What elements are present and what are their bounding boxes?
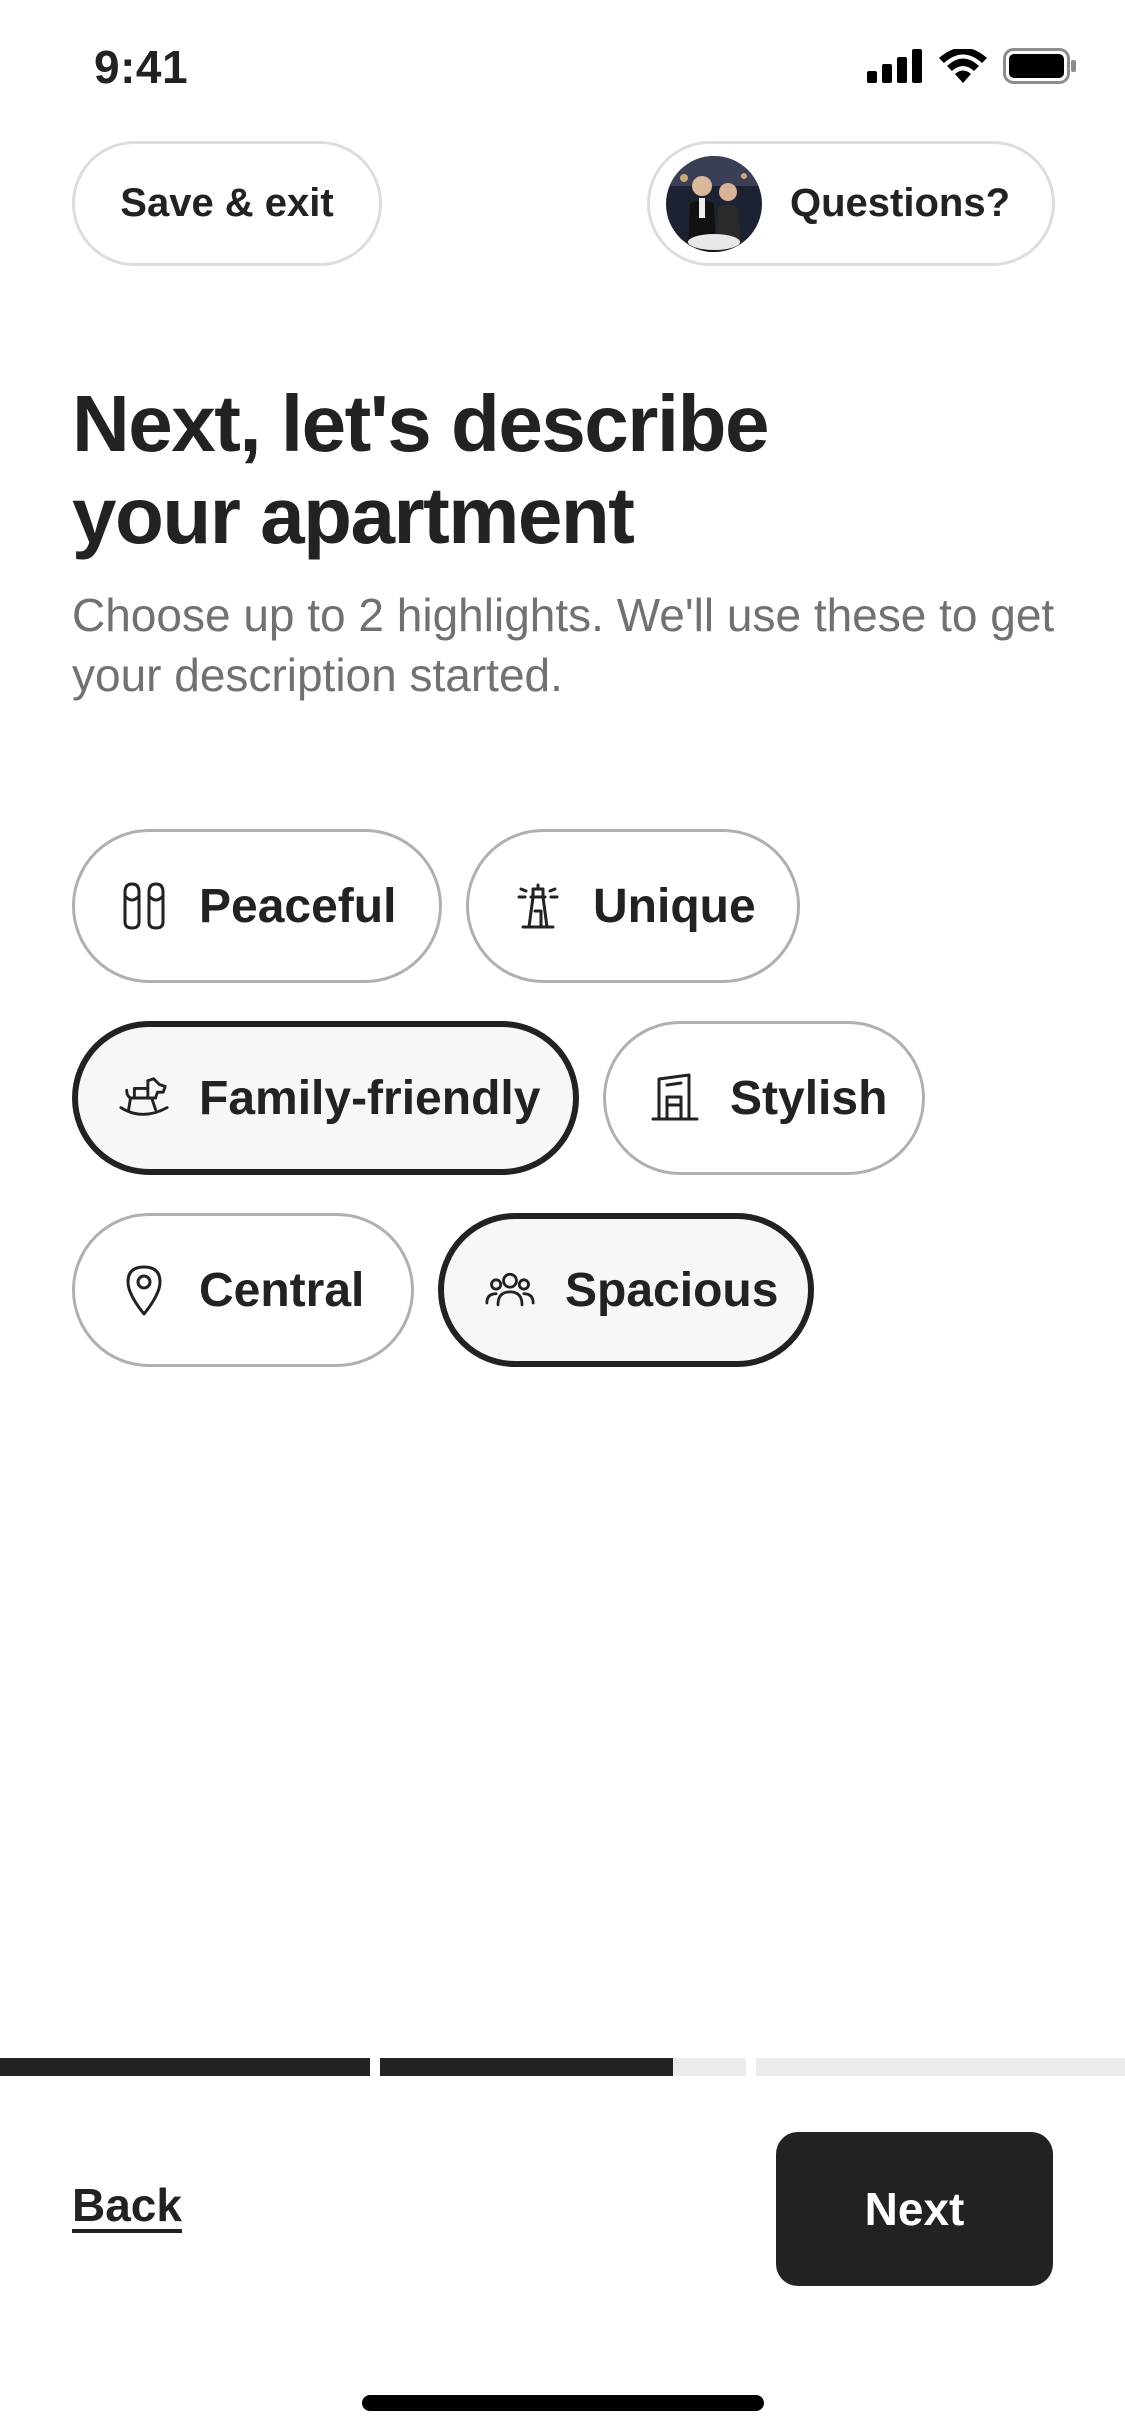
back-link[interactable]: Back <box>72 2178 182 2232</box>
home-indicator <box>362 2395 764 2411</box>
chip-label: Unique <box>593 879 756 933</box>
page-subtitle: Choose up to 2 highlights. We'll use the… <box>72 589 1055 701</box>
progress-bar <box>0 2058 1125 2076</box>
wifi-icon <box>939 47 987 88</box>
highlight-chip-unique[interactable]: Unique <box>466 829 800 983</box>
save-exit-button[interactable]: Save & exit <box>72 141 382 266</box>
building-icon <box>650 1073 700 1123</box>
progress-segment <box>756 2058 1125 2076</box>
chip-label: Central <box>199 1263 365 1317</box>
highlight-chip-central[interactable]: Central <box>72 1213 414 1367</box>
highlight-chip-peaceful[interactable]: Peaceful <box>72 829 442 983</box>
chip-label: Family-friendly <box>199 1071 541 1125</box>
status-bar: 9:41 <box>0 0 1125 140</box>
chip-label: Stylish <box>730 1071 888 1125</box>
progress-segment <box>0 2058 370 2076</box>
highlight-chip-stylish[interactable]: Stylish <box>603 1021 925 1175</box>
questions-label: Questions? <box>790 181 1011 225</box>
status-time: 9:41 <box>94 41 189 93</box>
progress-segment <box>380 2058 746 2076</box>
status-icons <box>867 47 1077 89</box>
battery-icon <box>1003 48 1077 89</box>
map-pin-icon <box>119 1265 169 1316</box>
rocking-horse-icon <box>119 1073 169 1123</box>
lighthouse-icon <box>513 881 563 931</box>
people-group-icon <box>485 1265 535 1315</box>
page-title: Next, let's describe your apartment <box>72 379 770 560</box>
next-label: Next <box>864 2183 965 2235</box>
chip-label: Spacious <box>565 1263 779 1317</box>
slippers-icon <box>119 881 169 931</box>
save-exit-label: Save & exit <box>120 181 334 225</box>
highlight-chip-family-friendly[interactable]: Family-friendly <box>72 1021 579 1175</box>
progress-segment-fill <box>380 2058 673 2076</box>
highlight-chip-spacious[interactable]: Spacious <box>438 1213 814 1367</box>
questions-button[interactable]: Questions? <box>647 141 1055 266</box>
host-avatar <box>666 155 762 252</box>
progress-segment-fill <box>0 2058 370 2076</box>
next-button[interactable]: Next <box>776 2132 1053 2286</box>
cellular-signal-icon <box>867 49 923 88</box>
chip-label: Peaceful <box>199 879 397 933</box>
